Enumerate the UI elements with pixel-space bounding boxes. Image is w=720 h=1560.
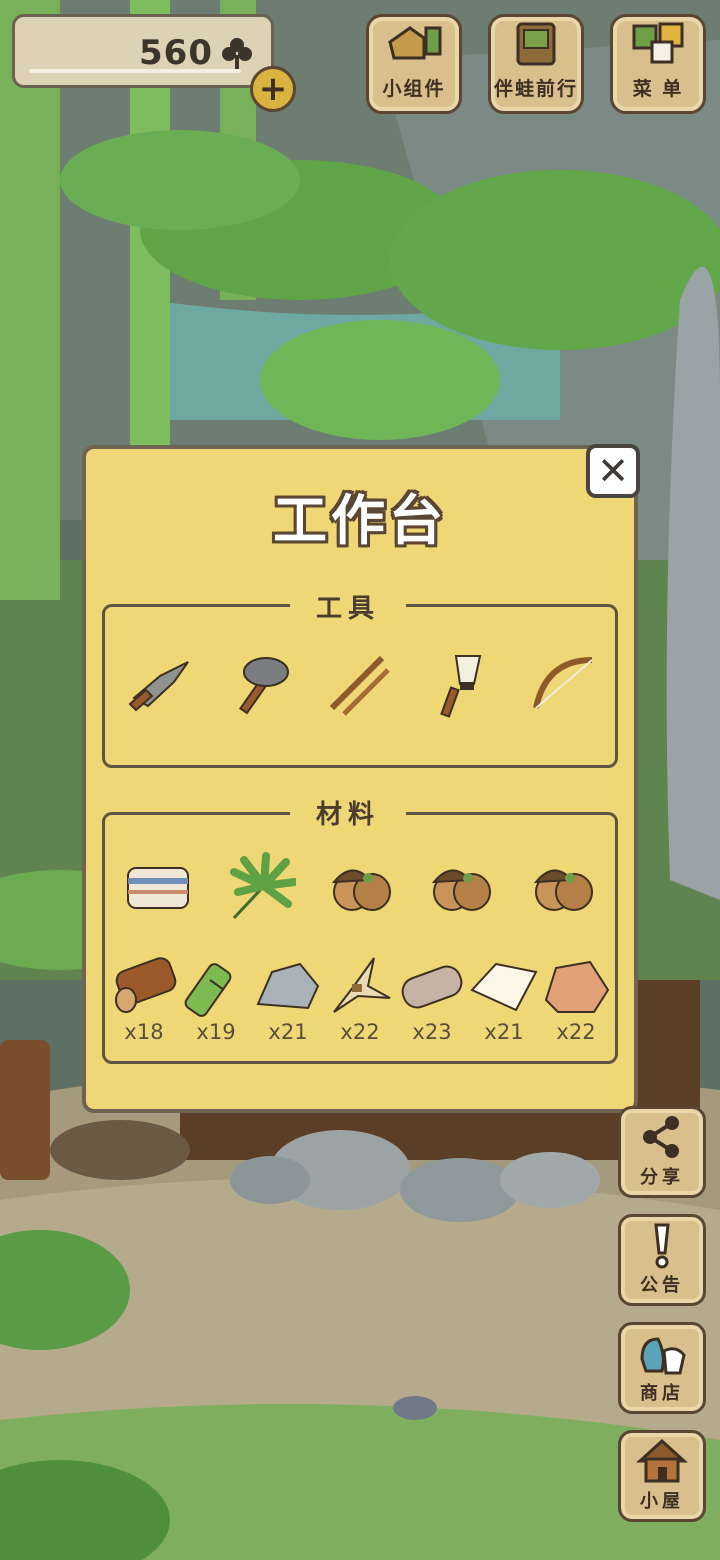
straw-icon[interactable] bbox=[324, 950, 396, 1022]
paper-count: x21 bbox=[484, 1020, 524, 1044]
house-label: 小屋 bbox=[640, 1491, 684, 1512]
house-icon bbox=[636, 1438, 688, 1483]
bow-icon[interactable] bbox=[526, 648, 598, 720]
acorn-icon[interactable] bbox=[326, 852, 398, 924]
add-currency-button[interactable]: + bbox=[250, 66, 296, 112]
fabric-roll-count: x23 bbox=[412, 1020, 452, 1044]
currency-display: 560 bbox=[12, 14, 274, 88]
frog-journey-icon bbox=[516, 22, 556, 66]
clover-count: 560 bbox=[139, 33, 213, 73]
menu-label: 菜 单 bbox=[632, 78, 684, 100]
notice-button[interactable]: 公告 bbox=[618, 1214, 706, 1306]
palm-leaf-icon[interactable] bbox=[224, 852, 296, 924]
shop-label: 商店 bbox=[640, 1383, 684, 1404]
clay-count: x22 bbox=[556, 1020, 596, 1044]
clover-icon bbox=[222, 38, 252, 69]
tools-title: 工具 bbox=[290, 588, 406, 625]
bamboo-icon[interactable] bbox=[180, 950, 252, 1022]
house-button[interactable]: 小屋 bbox=[618, 1430, 706, 1522]
widget-icon bbox=[388, 26, 442, 60]
workbench-title: 工作台 bbox=[273, 489, 447, 552]
brush-icon[interactable] bbox=[422, 648, 494, 720]
cloth-icon[interactable] bbox=[122, 852, 194, 924]
stone-count: x21 bbox=[268, 1020, 308, 1044]
clay-icon[interactable] bbox=[540, 950, 612, 1022]
sticks-icon[interactable] bbox=[322, 648, 394, 720]
share-label: 分享 bbox=[640, 1167, 684, 1188]
frog-journey-label: 伴蛙前行 bbox=[493, 78, 578, 100]
share-icon bbox=[643, 1116, 679, 1158]
acorn-icon[interactable] bbox=[528, 852, 600, 924]
straw-count: x22 bbox=[340, 1020, 380, 1044]
widget-button[interactable]: 小组件 bbox=[366, 14, 462, 114]
shop-icon bbox=[640, 1337, 686, 1375]
menu-button[interactable]: 菜 单 bbox=[610, 14, 706, 114]
stone-icon[interactable] bbox=[252, 950, 324, 1022]
share-button[interactable]: 分享 bbox=[618, 1106, 706, 1198]
fabric-roll-icon[interactable] bbox=[396, 950, 468, 1022]
menu-icon bbox=[632, 22, 684, 64]
stone-hammer-icon[interactable] bbox=[222, 648, 294, 720]
materials-title: 材料 bbox=[290, 794, 406, 831]
acorn-icon[interactable] bbox=[426, 852, 498, 924]
knife-icon[interactable] bbox=[124, 648, 196, 720]
log-icon[interactable] bbox=[108, 950, 180, 1022]
widget-label: 小组件 bbox=[382, 78, 446, 100]
bamboo-count: x19 bbox=[196, 1020, 236, 1044]
frog-journey-button[interactable]: 伴蛙前行 bbox=[488, 14, 584, 114]
notice-label: 公告 bbox=[640, 1275, 684, 1296]
notice-icon bbox=[654, 1223, 670, 1269]
log-count: x18 bbox=[124, 1020, 164, 1044]
paper-icon[interactable] bbox=[468, 950, 540, 1022]
shop-button[interactable]: 商店 bbox=[618, 1322, 706, 1414]
currency-underline bbox=[29, 69, 241, 73]
